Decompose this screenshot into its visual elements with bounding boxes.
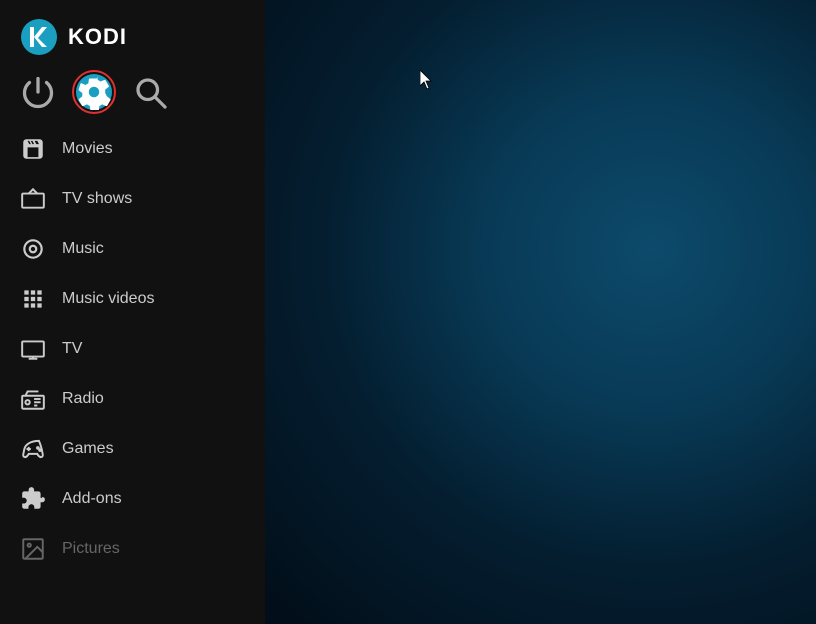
sidebar: KODI <box>0 0 265 624</box>
music-icon <box>20 236 46 262</box>
nav-item-movies[interactable]: Movies <box>0 124 265 174</box>
tv-shows-label: TV shows <box>62 190 132 208</box>
nav-item-games[interactable]: Games <box>0 424 265 474</box>
movies-label: Movies <box>62 140 113 158</box>
music-label: Music <box>62 240 104 258</box>
nav-item-add-ons[interactable]: Add-ons <box>0 474 265 524</box>
radio-label: Radio <box>62 390 104 408</box>
nav-item-tv[interactable]: TV <box>0 324 265 374</box>
tv-icon <box>20 336 46 362</box>
nav-item-pictures[interactable]: Pictures <box>0 524 265 574</box>
search-button[interactable] <box>132 74 168 110</box>
music-videos-icon <box>20 286 46 312</box>
tv-label: TV <box>62 340 82 358</box>
radio-icon <box>20 386 46 412</box>
pictures-icon <box>20 536 46 562</box>
music-videos-label: Music videos <box>62 290 154 308</box>
nav-item-music[interactable]: Music <box>0 224 265 274</box>
nav-menu: Movies TV shows Music <box>0 124 265 624</box>
games-label: Games <box>62 440 114 458</box>
main-content <box>265 0 816 624</box>
pictures-label: Pictures <box>62 540 120 558</box>
settings-button[interactable] <box>76 74 112 110</box>
movies-icon <box>20 136 46 162</box>
power-button[interactable] <box>20 74 56 110</box>
logo-area: KODI <box>0 0 265 68</box>
app-title: KODI <box>68 24 127 50</box>
tv-shows-icon <box>20 186 46 212</box>
games-icon <box>20 436 46 462</box>
kodi-logo-icon <box>20 18 58 56</box>
nav-item-tv-shows[interactable]: TV shows <box>0 174 265 224</box>
nav-item-radio[interactable]: Radio <box>0 374 265 424</box>
cursor-icon <box>420 70 436 90</box>
add-ons-icon <box>20 486 46 512</box>
toolbar <box>0 68 265 124</box>
nav-item-music-videos[interactable]: Music videos <box>0 274 265 324</box>
add-ons-label: Add-ons <box>62 490 122 508</box>
